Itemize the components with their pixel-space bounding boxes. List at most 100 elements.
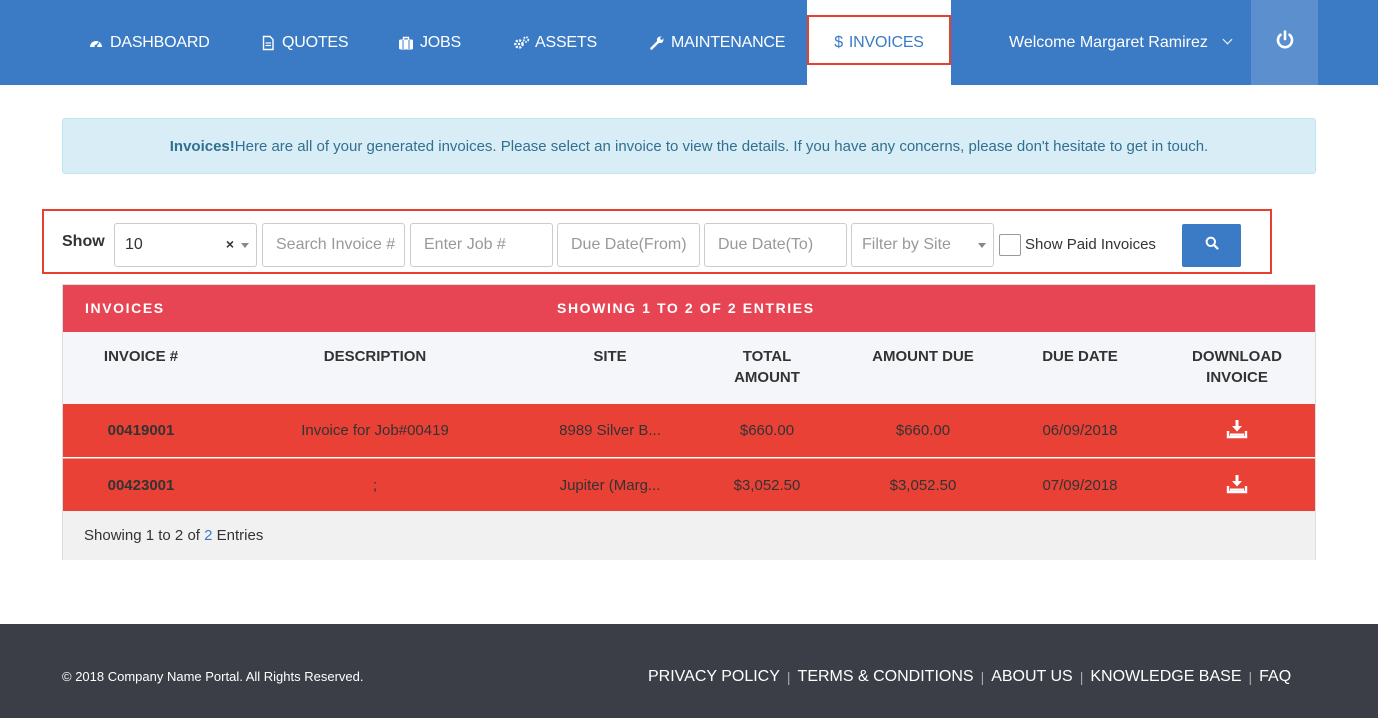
invoice-site: 8989 Silver B... bbox=[559, 422, 661, 439]
show-paid-checkbox[interactable] bbox=[999, 234, 1021, 256]
footer-links: PRIVACY POLICY | TERMS & CONDITIONS | AB… bbox=[648, 668, 1291, 686]
nav-jobs-label: JOBS bbox=[420, 33, 461, 51]
alert-text: Here are all of your generated invoices.… bbox=[234, 137, 1209, 155]
download-button[interactable] bbox=[1217, 404, 1257, 457]
table-showing-header: SHOWING 1 TO 2 OF 2 ENTRIES bbox=[557, 300, 815, 316]
site-filter-placeholder: Filter by Site bbox=[862, 236, 951, 253]
invoice-number: 00419001 bbox=[107, 422, 175, 439]
chevron-down-icon bbox=[1222, 34, 1233, 45]
welcome-text: Welcome Margaret Ramirez bbox=[1009, 33, 1208, 51]
col-total-line2: AMOUNT bbox=[734, 369, 800, 386]
caret-down-icon bbox=[241, 243, 249, 248]
invoice-amount-due: $660.00 bbox=[895, 422, 951, 439]
invoice-total: $660.00 bbox=[739, 422, 795, 439]
nav-dashboard[interactable]: DASHBOARD bbox=[88, 0, 210, 85]
showing-from: 1 bbox=[145, 527, 155, 544]
job-number-input[interactable]: Enter Job # bbox=[410, 223, 553, 267]
nav-dashboard-label: DASHBOARD bbox=[110, 33, 210, 51]
copyright-text: © 2018 Company Name Portal. All Rights R… bbox=[62, 669, 364, 684]
entries-word: Entries bbox=[216, 527, 264, 544]
invoice-site: Jupiter (Marg... bbox=[559, 477, 661, 494]
footer-separator: | bbox=[980, 669, 985, 685]
col-amount-due[interactable]: AMOUNT DUE bbox=[858, 346, 988, 367]
showing-total: 2 bbox=[204, 527, 213, 544]
col-total-line1: TOTAL bbox=[742, 348, 792, 365]
due-date-from-input[interactable]: Due Date(From) bbox=[557, 223, 700, 267]
col-total-amount[interactable]: TOTAL AMOUNT bbox=[718, 346, 816, 388]
table-footer: Showing 1 to 2 of 2 Entries bbox=[63, 511, 1315, 560]
entries-summary: Showing 1 to 2 of 2 Entries bbox=[84, 527, 263, 544]
show-label: Show bbox=[62, 233, 105, 250]
download-button[interactable] bbox=[1217, 459, 1257, 512]
invoice-amount-due: $3,052.50 bbox=[889, 477, 957, 494]
invoice-due-date: 06/09/2018 bbox=[1042, 422, 1118, 439]
user-menu[interactable]: Welcome Margaret Ramirez bbox=[1009, 0, 1233, 85]
knowledge-base-link[interactable]: KNOWLEDGE BASE bbox=[1090, 668, 1241, 686]
footer-separator: | bbox=[786, 669, 791, 685]
top-navbar: DASHBOARD QUOTES JOBS ASSETS MAINTENANCE… bbox=[0, 0, 1378, 85]
due-date-to-placeholder: Due Date(To) bbox=[718, 236, 814, 253]
table-title: INVOICES bbox=[85, 300, 165, 316]
file-icon bbox=[260, 35, 276, 51]
about-us-link[interactable]: ABOUT US bbox=[991, 668, 1073, 686]
col-site[interactable]: SITE bbox=[570, 346, 650, 367]
nav-invoices[interactable]: $ INVOICES bbox=[807, 0, 951, 85]
invoice-number: 00423001 bbox=[107, 477, 175, 494]
table-column-headers: INVOICE # DESCRIPTION SITE TOTAL AMOUNT … bbox=[63, 332, 1315, 404]
logout-button[interactable] bbox=[1251, 0, 1318, 85]
due-date-to-input[interactable]: Due Date(To) bbox=[704, 223, 847, 267]
nav-assets[interactable]: ASSETS bbox=[513, 0, 597, 85]
search-button[interactable] bbox=[1182, 224, 1241, 267]
col-download-line1: DOWNLOAD bbox=[1192, 348, 1282, 365]
invoice-total: $3,052.50 bbox=[733, 477, 801, 494]
nav-maintenance[interactable]: MAINTENANCE bbox=[649, 0, 785, 85]
nav-maintenance-label: MAINTENANCE bbox=[671, 33, 786, 51]
cogs-icon bbox=[513, 35, 530, 51]
nav-quotes[interactable]: QUOTES bbox=[260, 0, 349, 85]
search-invoice-input[interactable]: Search Invoice # bbox=[262, 223, 405, 267]
privacy-policy-link[interactable]: PRIVACY POLICY bbox=[648, 668, 780, 686]
download-icon bbox=[1226, 474, 1248, 498]
nav-assets-label: ASSETS bbox=[535, 33, 597, 51]
show-paid-label[interactable]: Show Paid Invoices bbox=[1025, 236, 1156, 253]
footer-separator: | bbox=[1248, 669, 1253, 685]
page-length-value: 10 bbox=[125, 236, 143, 253]
col-invoice[interactable]: INVOICE # bbox=[83, 346, 199, 367]
terms-link[interactable]: TERMS & CONDITIONS bbox=[798, 668, 974, 686]
power-icon bbox=[1274, 29, 1296, 56]
download-icon bbox=[1226, 419, 1248, 443]
col-download-line2: INVOICE bbox=[1206, 369, 1268, 386]
due-date-from-placeholder: Due Date(From) bbox=[571, 236, 687, 253]
col-download: DOWNLOAD INVOICE bbox=[1177, 346, 1297, 388]
wrench-icon bbox=[649, 35, 665, 51]
col-description[interactable]: DESCRIPTION bbox=[295, 346, 455, 367]
faq-link[interactable]: FAQ bbox=[1259, 668, 1291, 686]
alert-title: Invoices! bbox=[169, 137, 235, 155]
table-row[interactable]: 00423001 ; Jupiter (Marg... $3,052.50 $3… bbox=[63, 458, 1315, 511]
clear-icon[interactable]: × bbox=[226, 236, 234, 252]
dollar-icon: $ bbox=[834, 33, 843, 51]
invoice-description: ; bbox=[372, 477, 378, 494]
info-alert: Invoices! Here are all of your generated … bbox=[62, 118, 1316, 174]
table-row[interactable]: 00419001 Invoice for Job#00419 8989 Silv… bbox=[63, 404, 1315, 457]
showing-to: 2 bbox=[174, 527, 184, 544]
site-filter-select[interactable]: Filter by Site bbox=[851, 223, 994, 267]
invoice-due-date: 07/09/2018 bbox=[1042, 477, 1118, 494]
page-length-select[interactable]: 10 × bbox=[114, 223, 257, 267]
table-title-bar: INVOICES SHOWING 1 TO 2 OF 2 ENTRIES bbox=[63, 285, 1315, 332]
job-number-placeholder: Enter Job # bbox=[424, 236, 506, 253]
dashboard-icon bbox=[88, 35, 104, 51]
nav-jobs[interactable]: JOBS bbox=[398, 0, 461, 85]
search-invoice-placeholder: Search Invoice # bbox=[276, 236, 396, 253]
footer-separator: | bbox=[1079, 669, 1084, 685]
to-word: to bbox=[158, 527, 171, 544]
caret-down-icon bbox=[978, 243, 986, 248]
nav-invoices-label: INVOICES bbox=[848, 33, 924, 51]
page-footer: © 2018 Company Name Portal. All Rights R… bbox=[0, 624, 1378, 718]
col-due-date[interactable]: DUE DATE bbox=[1025, 346, 1135, 367]
search-icon bbox=[1205, 236, 1219, 255]
showing-word: Showing bbox=[84, 527, 142, 544]
nav-quotes-label: QUOTES bbox=[282, 33, 349, 51]
invoices-table: INVOICES SHOWING 1 TO 2 OF 2 ENTRIES INV… bbox=[62, 284, 1316, 560]
of-word: of bbox=[187, 527, 200, 544]
